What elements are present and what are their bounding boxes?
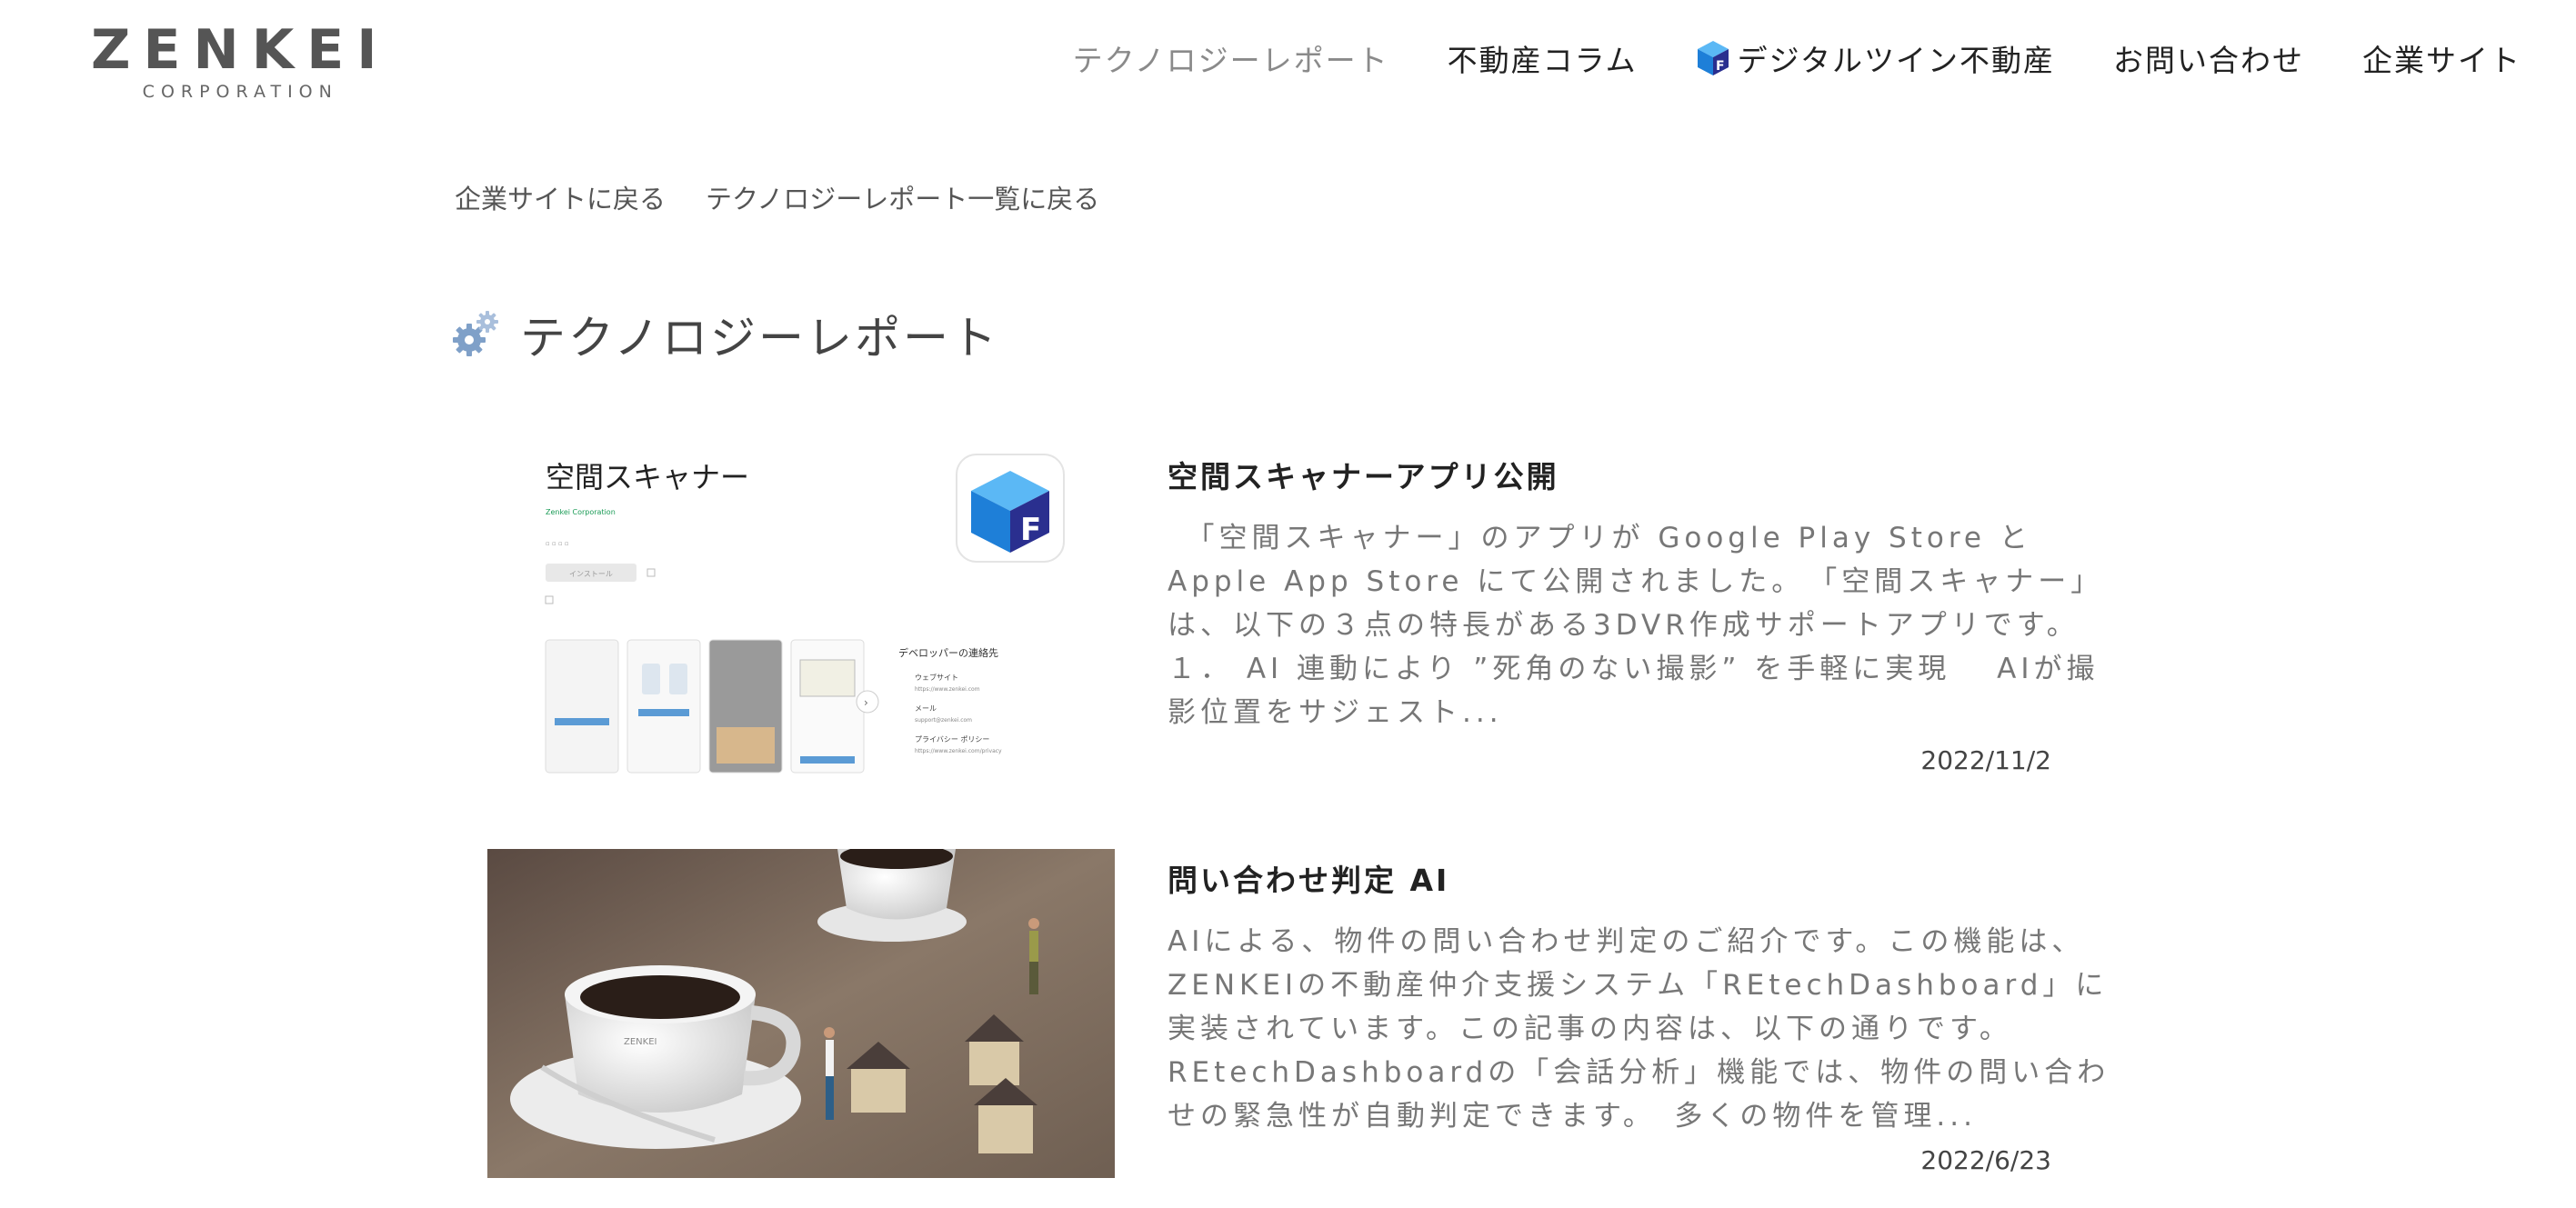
main-nav: テクノロジーレポート 不動産コラム F デジタルツイン不動産 お問い合わせ 企業… (1015, 36, 2521, 80)
page: ZENKEI CORPORATION テクノロジーレポート 不動産コラム F デ… (0, 0, 2576, 1208)
page-header: テクノロジーレポート (451, 302, 999, 367)
thumb-email-addr: support@zenkei.com (915, 717, 972, 724)
thumb-privacy: プライバシー ポリシー (915, 735, 989, 744)
article-card: ZENKEI 問い合わせ判定 AI AIによる、物件の問い合わせ判定のご紹介です… (487, 849, 2115, 1194)
article-excerpt: 「空間スキャナー」のアプリが Google Play Store と Apple… (1168, 522, 2104, 729)
thumb-website: ウェブサイト (915, 673, 958, 682)
thumb-app-name: 空間スキャナー (546, 460, 749, 494)
svg-text:F: F (1020, 512, 1041, 548)
thumb-developer: Zenkei Corporation (546, 508, 616, 516)
thumb-install: インストール (569, 570, 613, 578)
article-date: 2022/6/23 (1920, 1145, 2051, 1175)
svg-text:›: › (864, 696, 868, 709)
article-body: 問い合わせ判定 AI AIによる、物件の問い合わせ判定のご紹介です。この機能は、… (1168, 849, 2113, 1138)
nav-corporate-site[interactable]: 企業サイト (2362, 36, 2521, 80)
coffee-cup-photo: ZENKEI (487, 849, 1115, 1178)
page-title: テクノロジーレポート (520, 312, 999, 364)
article-title[interactable]: 問い合わせ判定 AI (1168, 856, 2113, 900)
article-title[interactable]: 空間スキャナーアプリ公開 (1168, 453, 2113, 496)
logo-name: ZENKEI (91, 18, 390, 82)
breadcrumb: 企業サイトに戻る テクノロジーレポート一覧に戻る (455, 178, 1139, 216)
thumb-privacy-url: https://www.zenkei.com/privacy (915, 748, 1002, 754)
logo-sub: CORPORATION (142, 82, 338, 102)
nav-contact[interactable]: お問い合わせ (2113, 36, 2304, 80)
article-thumbnail[interactable]: ZENKEI (487, 849, 1115, 1178)
app-store-screenshot: 空間スキャナー Zenkei Corporation ▫ ▫ ▫ ▫ インストー… (487, 445, 1115, 774)
nav-technology-report[interactable]: テクノロジーレポート (1073, 36, 1389, 80)
nav-digital-twin-label: デジタルツイン不動産 (1737, 43, 2055, 78)
svg-text:F: F (1716, 59, 1727, 74)
nav-real-estate-column[interactable]: 不動産コラム (1448, 36, 1638, 80)
cup-logo: ZENKEI (624, 1037, 657, 1047)
back-to-corporate-link[interactable]: 企業サイトに戻る (455, 178, 666, 216)
article-thumbnail[interactable]: 空間スキャナー Zenkei Corporation ▫ ▫ ▫ ▫ インストー… (487, 445, 1115, 774)
zenkei-logo[interactable]: ZENKEI CORPORATION (65, 16, 377, 107)
thumb-email: メール (915, 704, 937, 713)
nav-digital-twin[interactable]: F デジタルツイン不動産 (1696, 36, 2055, 80)
article-excerpt: AIによる、物件の問い合わせ判定のご紹介です。この機能は、ZENKEIの不動産仲… (1168, 925, 2110, 1133)
article-body: 空間スキャナーアプリ公開 「空間スキャナー」のアプリが Google Play … (1168, 445, 2113, 734)
back-to-list-link[interactable]: テクノロジーレポート一覧に戻る (706, 178, 1099, 216)
gear-icon (453, 311, 498, 356)
digital-twin-icon: F (1697, 41, 1729, 75)
thumb-meta: ▫ ▫ ▫ ▫ (546, 540, 569, 547)
thumb-website-url: https://www.zenkei.com (915, 686, 980, 693)
thumb-contact: デベロッパーの連絡先 (898, 646, 998, 659)
logo-text: ZENKEI CORPORATION (91, 22, 390, 102)
article-card: 空間スキャナー Zenkei Corporation ▫ ▫ ▫ ▫ インストー… (487, 445, 2115, 809)
article-date: 2022/11/2 (1920, 745, 2051, 775)
